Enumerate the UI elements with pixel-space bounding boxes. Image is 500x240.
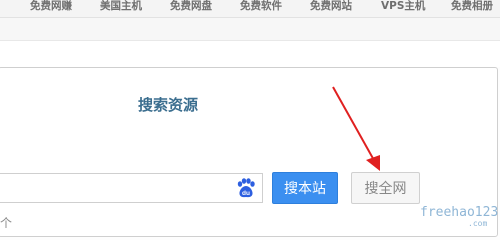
search-input[interactable] xyxy=(0,173,263,203)
page: 免费网赚 美国主机 免费网盘 免费软件 免费网站 VPS主机 免费相册 搜索资源… xyxy=(0,0,500,240)
nav-item-free-software[interactable]: 免费软件 xyxy=(240,0,282,12)
search-all-button[interactable]: 搜全网 xyxy=(351,172,420,204)
nav-item-vps-host[interactable]: VPS主机 xyxy=(381,0,425,12)
left-text-fragment: 个 xyxy=(0,216,13,230)
sub-strip xyxy=(0,18,500,41)
nav-item-free-website[interactable]: 免费网站 xyxy=(310,0,352,12)
search-panel-title: 搜索资源 xyxy=(138,96,199,114)
nav-item-free-netdisk[interactable]: 免费网盘 xyxy=(170,0,212,12)
nav-item-free-album[interactable]: 免费相册 xyxy=(451,0,493,12)
watermark-logo: freehao123 .com xyxy=(420,205,498,231)
top-nav: 免费网赚 美国主机 免费网盘 免费软件 免费网站 VPS主机 免费相册 xyxy=(0,0,500,18)
nav-item-us-host[interactable]: 美国主机 xyxy=(100,0,142,12)
spacer xyxy=(0,41,500,67)
baidu-paw-icon[interactable]: du xyxy=(235,177,257,199)
watermark-main: freehao123 xyxy=(420,205,499,220)
nav-item-free-earn[interactable]: 免费网赚 xyxy=(30,0,72,12)
watermark-sub: .com xyxy=(468,219,488,228)
search-site-button[interactable]: 搜本站 xyxy=(272,172,338,204)
svg-text:du: du xyxy=(242,190,250,197)
